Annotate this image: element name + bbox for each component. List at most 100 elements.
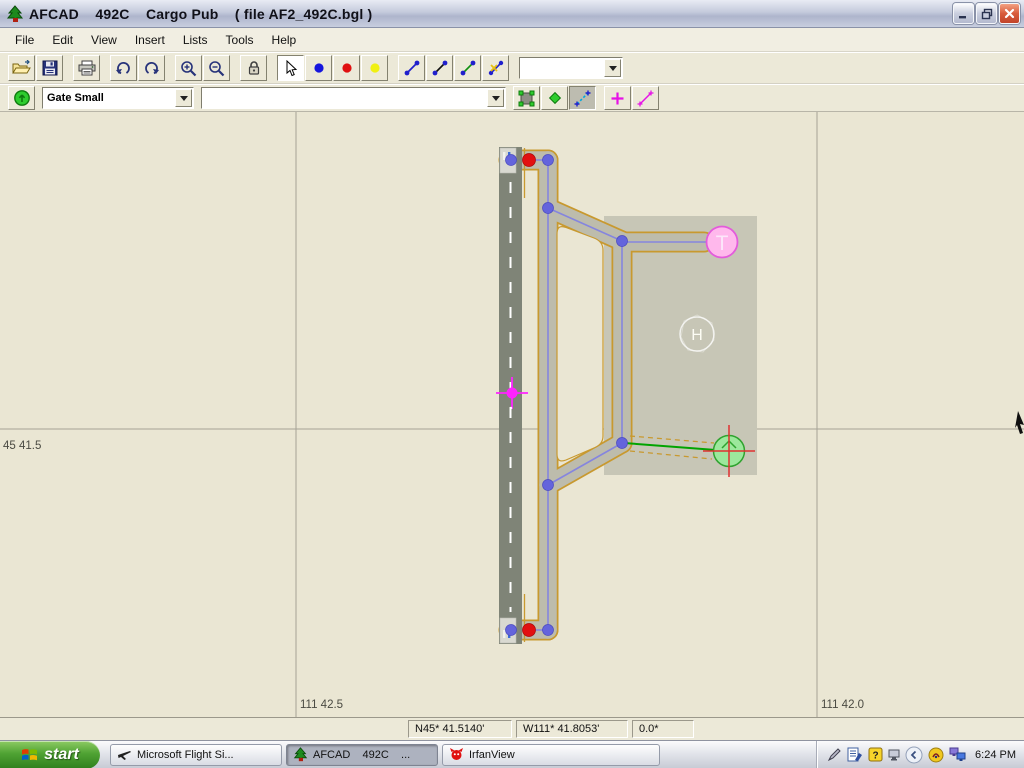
svg-text:?: ? [872,751,878,762]
grid-label-latitude: 45 41.5 [3,440,41,452]
gate-type-combobox[interactable]: Gate Small [42,87,194,109]
airport-map: 45 41.5 111 42.5 111 42.0 [0,112,1024,717]
chevron-down-icon [180,96,188,101]
minimize-icon [958,8,969,19]
object-name-combobox[interactable] [201,87,506,109]
afcad-app-icon [6,5,24,23]
menu-help[interactable]: Help [263,30,306,50]
apron-polygon-icon [518,90,535,107]
menu-tools[interactable]: Tools [217,30,263,50]
minimize-button[interactable] [953,3,974,24]
pointer-arrow-icon [284,60,298,77]
menu-file[interactable]: File [6,30,43,50]
monitor-tray-icon[interactable] [888,748,900,762]
menu-edit[interactable]: Edit [43,30,82,50]
taskbar-clock: 6:24 PM [975,749,1016,761]
draw-taxiway-link-button[interactable] [398,55,425,81]
taskbar-item-flight-simulator[interactable]: Microsoft Flight Si... [110,744,282,766]
dashed-edge-icon [574,90,591,107]
pen-tray-icon[interactable] [827,747,842,762]
cut-link-icon [488,60,504,76]
taskbar: start Microsoft Flight Si... AFCAD 492C … [0,740,1024,768]
add-point-button[interactable] [604,86,631,110]
apron-tool-button[interactable] [513,86,540,110]
status-latitude: N45* 41.5140' [408,720,512,738]
toolbar-separator [506,85,513,111]
task-label: AFCAD 492C ... [313,749,410,761]
menu-lists[interactable]: Lists [174,30,217,50]
measure-tool-button[interactable] [632,86,659,110]
hold-short-nodes[interactable] [523,154,536,637]
status-longitude: W111* 41.8053' [516,720,628,738]
add-blue-node-button[interactable] [305,55,332,81]
lock-button[interactable] [240,55,267,81]
status-bar: N45* 41.5140' W111* 41.8053' 0.0* [0,717,1024,740]
menu-view[interactable]: View [82,30,126,50]
draw-plain-link-button[interactable] [426,55,453,81]
restore-button[interactable] [976,3,997,24]
blue-node-icon [312,61,326,75]
zoom-out-button[interactable] [203,55,230,81]
grid-label-longitude-right: 111 42.0 [821,699,864,711]
start-label: start [44,746,79,764]
start-button[interactable]: start [0,741,100,768]
status-heading: 0.0* [632,720,694,738]
volume-tray-icon[interactable] [928,747,944,763]
network-tray-icon[interactable] [949,747,966,762]
edge-tool-button[interactable] [569,86,596,110]
yellow-node-icon [368,61,382,75]
taskbar-item-afcad[interactable]: AFCAD 492C ... [286,744,438,766]
gate-type-dropdown-button[interactable] [175,89,192,107]
save-button[interactable] [36,55,63,81]
open-folder-icon [12,60,31,76]
toolbar-separator [231,55,240,81]
task-label: IrfanView [469,749,515,761]
menu-bar: File Edit View Insert Lists Tools Help [0,28,1024,52]
restore-icon [981,8,993,20]
helipad-label: H [691,327,703,344]
airport-point-button[interactable] [8,86,35,110]
add-yellow-node-button[interactable] [361,55,388,81]
save-floppy-icon [42,60,58,76]
toolbar-separator [597,85,604,111]
tower-marker[interactable]: T [707,227,738,258]
grid-label-longitude-left: 111 42.5 [300,699,343,711]
flight-simulator-icon [117,747,132,762]
close-button[interactable] [999,3,1020,24]
print-button[interactable] [73,55,100,81]
gate-type-value: Gate Small [43,92,175,104]
select-pointer-button[interactable] [277,55,304,81]
airport-map-canvas[interactable]: 45 41.5 111 42.5 111 42.0 [0,112,1024,717]
green-link-icon [460,60,476,76]
green-beacon-icon [13,89,31,107]
blue-link-icon [404,60,420,76]
title-bar: AFCAD 492C Cargo Pub ( file AF2_492C.bgl… [0,0,1024,28]
zoom-in-button[interactable] [175,55,202,81]
main-toolbar [0,52,1024,84]
zoom-out-icon [208,60,225,77]
add-red-node-button[interactable] [333,55,360,81]
toolbar-separator [101,55,110,81]
hide-icons-chevron[interactable] [905,746,923,764]
draw-parking-link-button[interactable] [454,55,481,81]
black-link-icon [432,60,448,76]
lock-icon [247,60,261,76]
object-name-dropdown-button[interactable] [487,89,504,107]
vertex-tool-button[interactable] [541,86,568,110]
windows-flag-icon [21,746,38,763]
open-button[interactable] [8,55,35,81]
magenta-measure-icon [637,90,654,107]
language-bar-icon[interactable] [847,747,863,762]
line-style-dropdown-button[interactable] [604,59,621,77]
help-tray-icon[interactable]: ? [868,747,883,762]
tower-label: T [716,232,729,255]
undo-arrow-icon [115,61,132,75]
cut-link-button[interactable] [482,55,509,81]
menu-insert[interactable]: Insert [126,30,174,50]
toolbar-separator [166,55,175,81]
line-style-combobox[interactable] [519,57,623,79]
redo-button[interactable] [138,55,165,81]
taskbar-item-irfanview[interactable]: IrfanView [442,744,660,766]
undo-button[interactable] [110,55,137,81]
printer-icon [78,60,96,76]
